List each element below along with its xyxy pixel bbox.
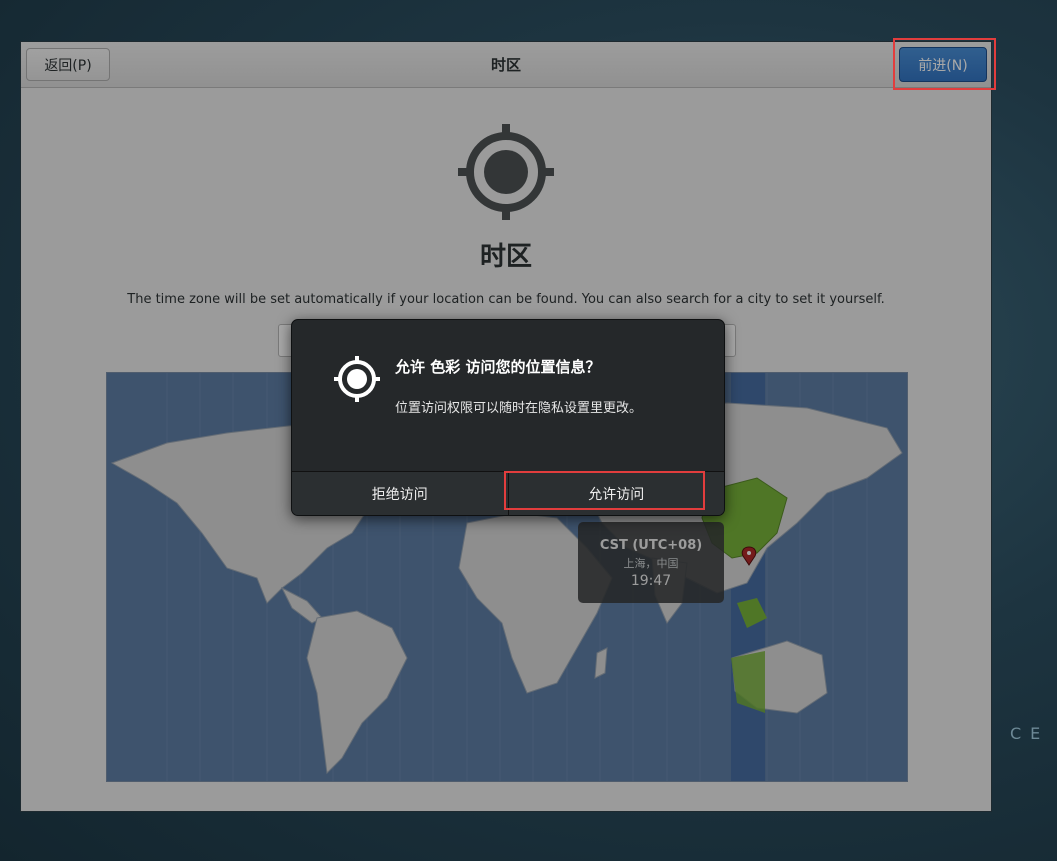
dialog-title: 允许 色彩 访问您的位置信息？ — [395, 358, 601, 376]
allow-access-button[interactable]: 允许访问 — [508, 472, 724, 515]
location-crosshair-icon — [334, 356, 380, 406]
location-permission-dialog: 允许 色彩 访问您的位置信息？ 位置访问权限可以随时在隐私设置里更改。 拒绝访问… — [291, 319, 725, 516]
dialog-message: 位置访问权限可以随时在隐私设置里更改。 — [395, 401, 643, 416]
dialog-actions: 拒绝访问 允许访问 — [292, 471, 724, 515]
desktop-brand-text: CE — [1010, 724, 1050, 743]
deny-access-button[interactable]: 拒绝访问 — [292, 472, 509, 515]
installer-window: 返回(P) 时区 前进(N) 时区 The time zone will be … — [20, 41, 992, 812]
